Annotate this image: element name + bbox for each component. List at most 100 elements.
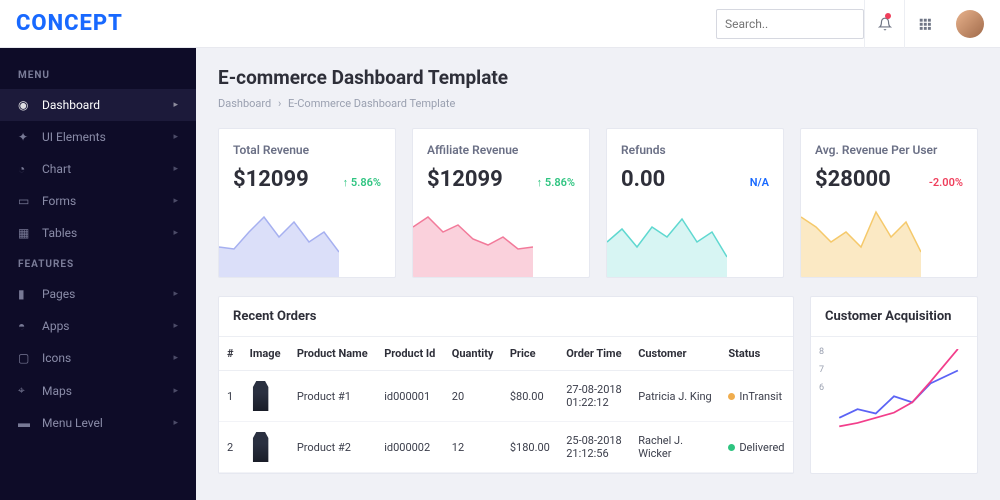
col-id: Product Id — [376, 337, 444, 371]
cell-image — [242, 371, 289, 422]
chevron-right-icon: ▸ — [173, 164, 178, 174]
search-input[interactable] — [716, 9, 864, 39]
customer-acquisition-panel: Customer Acquisition 8 7 6 — [810, 296, 978, 474]
stat-card: Total Revenue $12099 ↑ 5.86% — [218, 128, 396, 278]
col-customer: Customer — [630, 337, 720, 371]
table-row: 2 Product #2 id000002 12 $180.00 25-08-2… — [219, 422, 793, 473]
cell-qty: 20 — [444, 371, 502, 422]
sparkline-chart — [219, 207, 339, 277]
stat-cards-row: Total Revenue $12099 ↑ 5.86% Affiliate R… — [218, 128, 978, 278]
table-row: 1 Product #1 id000001 20 $80.00 27-08-20… — [219, 371, 793, 422]
recent-orders-panel: Recent Orders # Image Product Name Produ… — [218, 296, 794, 474]
chevron-right-icon: ▸ — [173, 100, 178, 110]
stat-change: N/A — [750, 176, 769, 189]
product-image — [250, 432, 272, 462]
stat-card: Affiliate Revenue $12099 ↑ 5.86% — [412, 128, 590, 278]
sidebar-item-tables[interactable]: ▦Tables▸ — [0, 217, 196, 249]
stat-title: Total Revenue — [233, 143, 381, 157]
chevron-right-icon: ▸ — [173, 289, 178, 299]
cell-num: 2 — [219, 422, 242, 473]
sidebar-item-apps[interactable]: ◓Apps▸ — [0, 310, 196, 342]
stat-value: $28000 — [815, 167, 891, 192]
cell-qty: 12 — [444, 422, 502, 473]
panel-header: Recent Orders — [219, 297, 793, 337]
cell-price: $80.00 — [502, 371, 558, 422]
cell-customer: Rachel J.Wicker — [630, 422, 720, 473]
bottom-row: Recent Orders # Image Product Name Produ… — [218, 296, 978, 474]
sidebar-item-dashboard[interactable]: ◉Dashboard▸ — [0, 89, 196, 121]
menu-section-header: MENU — [0, 60, 196, 89]
chevron-right-icon: ▸ — [173, 196, 178, 206]
cell-image — [242, 422, 289, 473]
main-content: E-commerce Dashboard Template Dashboard … — [196, 48, 1000, 500]
map-pin-icon: ⌖ — [18, 383, 32, 398]
sidebar-item-icons[interactable]: ▢Icons▸ — [0, 342, 196, 374]
y-axis-ticks: 8 7 6 — [819, 347, 824, 393]
stat-value: 0.00 — [621, 167, 665, 192]
breadcrumb-link[interactable]: Dashboard — [218, 97, 271, 110]
stat-value: $12099 — [233, 167, 309, 192]
cell-id: id000002 — [376, 422, 444, 473]
col-price: Price — [502, 337, 558, 371]
stat-title: Refunds — [621, 143, 769, 157]
sidebar-item-forms[interactable]: ▭Forms▸ — [0, 185, 196, 217]
cell-time: 27-08-201801:22:12 — [558, 371, 630, 422]
cell-name: Product #2 — [289, 422, 376, 473]
cell-status: InTransit — [720, 371, 793, 422]
pie-chart-icon: ◔ — [18, 162, 32, 176]
sidebar-item-pages[interactable]: ▮Pages▸ — [0, 278, 196, 310]
folder-icon: ▬ — [18, 416, 32, 430]
grid-icon — [918, 17, 932, 31]
user-avatar[interactable] — [956, 10, 984, 38]
status-dot-icon — [728, 393, 735, 400]
sidebar-item-menu-level[interactable]: ▬Menu Level▸ — [0, 407, 196, 439]
features-section-header: FEATURES — [0, 249, 196, 278]
cell-name: Product #1 — [289, 371, 376, 422]
stat-card: Refunds 0.00 N/A — [606, 128, 784, 278]
page-title: E-commerce Dashboard Template — [218, 66, 978, 89]
sparkline-chart — [413, 207, 533, 277]
search-box — [716, 9, 864, 39]
apps-grid-button[interactable] — [904, 0, 944, 48]
rocket-icon: ✦ — [18, 130, 32, 144]
stat-change: ↑ 5.86% — [343, 176, 381, 189]
cell-num: 1 — [219, 371, 242, 422]
sidebar: MENU ◉Dashboard▸ ✦UI Elements▸ ◔Chart▸ ▭… — [0, 48, 196, 500]
orders-table: # Image Product Name Product Id Quantity… — [219, 337, 793, 473]
sidebar-item-maps[interactable]: ⌖Maps▸ — [0, 374, 196, 407]
status-dot-icon — [728, 444, 735, 451]
form-icon: ▭ — [18, 194, 32, 208]
file-icon: ▮ — [18, 287, 32, 301]
chevron-right-icon: ▸ — [173, 321, 178, 331]
dashboard-icon: ◉ — [18, 98, 32, 112]
table-icon: ▦ — [18, 226, 32, 240]
cell-price: $180.00 — [502, 422, 558, 473]
brand-logo: CONCEPT — [16, 11, 123, 36]
col-qty: Quantity — [444, 337, 502, 371]
chevron-right-icon: ▸ — [173, 386, 178, 396]
cell-customer: Patricia J. King — [630, 371, 720, 422]
chevron-right-icon: › — [278, 97, 281, 110]
cell-time: 25-08-201821:12:56 — [558, 422, 630, 473]
chevron-right-icon: ▸ — [173, 418, 178, 428]
stat-change: -2.00% — [929, 176, 963, 189]
chevron-right-icon: ▸ — [173, 132, 178, 142]
product-image — [250, 381, 272, 411]
chevron-right-icon: ▸ — [173, 353, 178, 363]
topbar: CONCEPT — [0, 0, 1000, 48]
sparkline-chart — [607, 207, 727, 277]
cell-id: id000001 — [376, 371, 444, 422]
notifications-button[interactable] — [864, 0, 904, 48]
bell-icon — [878, 17, 892, 31]
notification-dot — [885, 13, 891, 19]
col-image: Image — [242, 337, 289, 371]
chevron-right-icon: ▸ — [173, 228, 178, 238]
sidebar-item-ui-elements[interactable]: ✦UI Elements▸ — [0, 121, 196, 153]
col-time: Order Time — [558, 337, 630, 371]
stat-title: Affiliate Revenue — [427, 143, 575, 157]
col-name: Product Name — [289, 337, 376, 371]
breadcrumb-current: E-Commerce Dashboard Template — [288, 97, 455, 110]
sidebar-item-chart[interactable]: ◔Chart▸ — [0, 153, 196, 185]
breadcrumb: Dashboard › E-Commerce Dashboard Templat… — [218, 97, 978, 110]
stat-card: Avg. Revenue Per User $28000 -2.00% — [800, 128, 978, 278]
